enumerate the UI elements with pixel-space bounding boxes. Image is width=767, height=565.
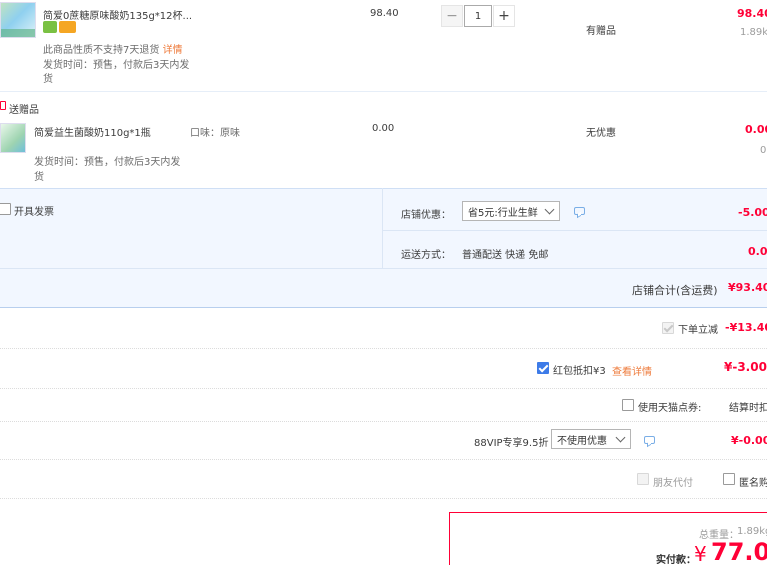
instant-discount-label: 下单立减 — [678, 325, 718, 336]
invoice-checkbox[interactable] — [0, 203, 11, 215]
invoice-label[interactable]: 开具发票 — [14, 203, 54, 218]
card-badge-icon — [59, 21, 76, 33]
points-checkbox[interactable] — [622, 399, 634, 411]
shop-discount-label: 店铺优惠： — [401, 210, 451, 221]
gift-shipping-time-cont: 货 — [34, 172, 44, 183]
service-badge-icon — [43, 21, 57, 33]
gift-title[interactable]: 简爱益生菌酸奶110g*1瓶 — [34, 124, 151, 139]
quantity-minus-button[interactable]: − — [441, 5, 463, 27]
shop-total-value: ¥93.40 — [728, 281, 767, 294]
return-notice-link[interactable]: 详情 — [163, 45, 183, 56]
currency-symbol: ¥ — [694, 542, 707, 565]
redpacket-details-link[interactable]: 查看详情 — [612, 363, 652, 378]
chevron-down-icon — [544, 204, 555, 215]
divider — [0, 421, 767, 422]
instant-discount-value: -¥13.40 — [725, 321, 767, 334]
vip-label: 88VIP专享9.5折 — [474, 438, 549, 449]
quantity-stepper: − 1 + — [441, 5, 515, 27]
actual-payment-value: 77.00 — [711, 538, 767, 565]
gift-section-label: 送赠品 — [9, 105, 39, 116]
instant-discount-checkbox — [662, 322, 674, 334]
item-title[interactable]: 简爱0蔗糖原味酸奶135g*12杯... — [43, 7, 192, 22]
quantity-plus-button[interactable]: + — [493, 5, 515, 27]
item-weight: 1.89kg — [740, 27, 767, 38]
redpacket-value: ¥-3.00 — [724, 360, 767, 374]
vip-value: ¥-0.00 — [731, 434, 767, 447]
panel-divider — [382, 230, 767, 231]
quantity-input[interactable]: 1 — [464, 5, 492, 27]
redpacket-label[interactable]: 红包抵扣¥3 — [553, 362, 606, 377]
gift-icon — [0, 101, 6, 110]
thumbnail-band — [1, 29, 35, 37]
gift-shipping-time: 发货时间：预售，付款后3天内发 — [34, 157, 181, 168]
actual-payment-label: 实付款： — [656, 555, 696, 565]
anonymous-checkbox[interactable] — [723, 473, 735, 485]
return-notice: 此商品性质不支持7天退货 详情 — [43, 41, 183, 56]
shop-discount-amount: -5.00 — [738, 206, 767, 219]
product-thumbnail[interactable] — [0, 2, 36, 38]
chevron-down-icon — [615, 432, 626, 443]
redpacket-checkbox[interactable] — [537, 362, 549, 374]
item-subtotal: 98.40 — [737, 7, 767, 20]
divider — [0, 498, 767, 499]
gift-weight: 0 — [760, 145, 767, 156]
divider — [0, 348, 767, 349]
divider — [0, 91, 767, 92]
shipping-amount: 0.00 — [748, 245, 767, 258]
total-weight-value: 1.89kg — [737, 526, 767, 537]
promo-status[interactable]: 有赠品 — [586, 22, 616, 37]
vip-discount-select-value: 不使用优惠 — [557, 435, 607, 447]
divider — [0, 388, 767, 389]
shipping-method-label: 运送方式： — [401, 250, 451, 261]
points-value: 结算时扣 — [729, 403, 767, 414]
gift-thumbnail[interactable] — [0, 123, 26, 153]
shipping-time: 发货时间：预售，付款后3天内发 — [43, 60, 190, 71]
gift-promo-status: 无优惠 — [586, 128, 616, 139]
gift-spec: 口味：原味 — [190, 128, 240, 139]
friend-pay-label: 朋友代付 — [653, 478, 693, 489]
shipping-time-cont: 货 — [43, 74, 53, 85]
anonymous-label[interactable]: 匿名购 — [739, 474, 767, 489]
friend-pay-checkbox — [637, 473, 649, 485]
vip-discount-select[interactable]: 不使用优惠 — [551, 429, 631, 449]
chat-icon[interactable] — [644, 436, 655, 444]
gift-unit-price: 0.00 — [372, 123, 395, 134]
divider — [0, 459, 767, 460]
gift-subtotal: 0.00 — [745, 123, 767, 136]
panel-divider — [0, 268, 767, 269]
points-label[interactable]: 使用天猫点券: — [638, 399, 701, 414]
shop-discount-select[interactable]: 省5元:行业生鲜 — [462, 201, 560, 221]
unit-price: 98.40 — [370, 8, 399, 19]
shop-discount-select-value: 省5元:行业生鲜 — [468, 207, 538, 219]
shop-total-label: 店铺合计(含运费) — [632, 284, 718, 297]
chat-icon[interactable] — [574, 207, 585, 215]
return-notice-text: 此商品性质不支持7天退货 — [43, 45, 160, 56]
shipping-method-value: 普通配送 快递 免邮 — [462, 250, 549, 261]
